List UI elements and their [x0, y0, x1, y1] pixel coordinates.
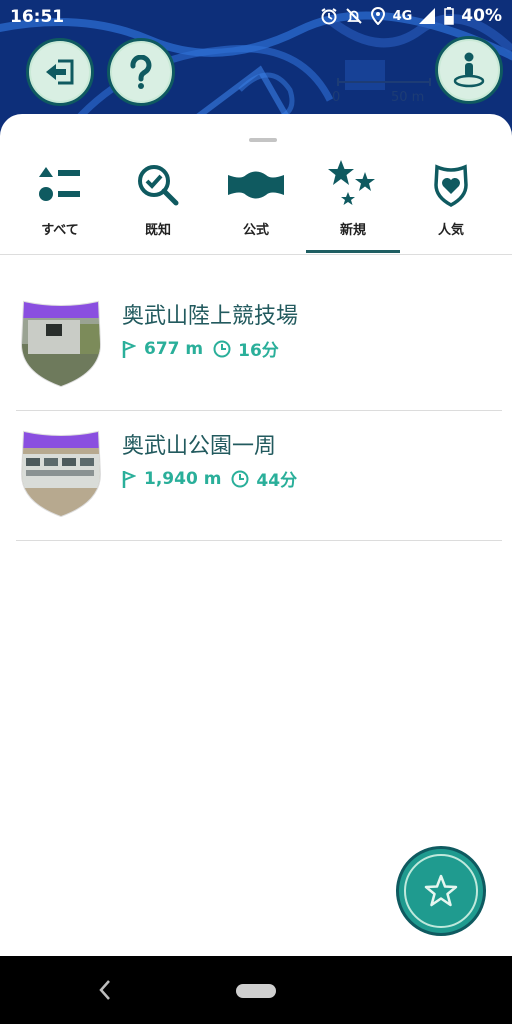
help-button[interactable]: [107, 38, 175, 106]
bell-off-icon: [345, 8, 362, 24]
tab-official-label: 公式: [242, 223, 269, 238]
stars-icon: [328, 160, 375, 205]
home-pill-button[interactable]: [236, 984, 276, 998]
route-badge-image: [20, 430, 102, 518]
tab-popular-label: 人気: [437, 223, 464, 238]
heart-shield-icon: [434, 164, 468, 207]
route-duration: 44分: [256, 471, 298, 491]
tab-known[interactable]: 既知: [110, 154, 206, 254]
exit-button[interactable]: [26, 38, 94, 106]
route-distance: 1,940 m: [144, 468, 222, 489]
route-distance: 677 m: [144, 338, 204, 359]
selected-tab-indicator: [306, 250, 400, 253]
tab-popular[interactable]: 人気: [403, 154, 499, 254]
network-label: 4G: [392, 8, 413, 24]
bottom-sheet: すべて 既知 公式 新規 人気 奥武山陸上競技場 677 m 16分 奥武山公園…: [0, 114, 512, 1020]
exit-icon: [46, 59, 74, 85]
location-icon: [370, 7, 385, 25]
profile-location-button[interactable]: [435, 36, 503, 104]
route-badge-image: [20, 300, 102, 388]
clock-icon: [231, 470, 249, 487]
route-title: 奥武山陸上競技場: [122, 304, 299, 329]
signal-icon: [419, 8, 436, 24]
row-divider: [16, 540, 502, 541]
scale-end-label: 50 m: [391, 90, 425, 105]
route-meta: 677 m 16分: [122, 336, 279, 361]
tab-official[interactable]: 公式: [208, 154, 304, 254]
tab-new[interactable]: 新規: [305, 154, 401, 254]
tabs-divider: [0, 254, 512, 255]
banner-icon: [228, 171, 284, 199]
route-title: 奥武山公園一周: [122, 434, 277, 459]
route-duration: 16分: [238, 341, 279, 361]
route-row[interactable]: 奥武山陸上競技場 677 m 16分: [16, 294, 502, 424]
scale-start-label: 0: [332, 90, 341, 105]
tab-new-label: 新規: [339, 223, 366, 238]
flag-icon: [122, 470, 136, 488]
tab-all[interactable]: すべて: [12, 154, 108, 254]
battery-icon: [444, 7, 455, 25]
person-pin-icon: [453, 52, 485, 88]
favorites-button[interactable]: [396, 846, 486, 936]
tab-known-label: 既知: [144, 223, 171, 238]
clock-icon: [213, 340, 231, 357]
sheet-drag-handle[interactable]: [249, 138, 277, 142]
status-icons: 4G 40%: [320, 6, 502, 26]
alarm-icon: [321, 8, 337, 25]
system-navigation-bar: [0, 956, 512, 1024]
route-row[interactable]: 奥武山公園一周 1,940 m 44分: [16, 424, 502, 554]
back-chevron-icon[interactable]: [97, 978, 113, 1002]
question-mark-icon: [130, 55, 152, 89]
route-meta: 1,940 m 44分: [122, 466, 297, 491]
row-divider: [16, 410, 502, 411]
tab-all-label: すべて: [41, 223, 79, 238]
favorites-button-ring: [404, 854, 478, 928]
filter-tabs: すべて 既知 公式 新規 人気: [0, 154, 512, 254]
status-time: 16:51: [10, 7, 65, 27]
battery-label: 40%: [461, 6, 502, 26]
list-icon: [39, 167, 80, 201]
flag-icon: [122, 340, 136, 358]
status-bar: 16:51 4G 40%: [0, 0, 512, 34]
star-outline-icon: [424, 874, 458, 907]
magnify-check-icon: [138, 165, 179, 206]
